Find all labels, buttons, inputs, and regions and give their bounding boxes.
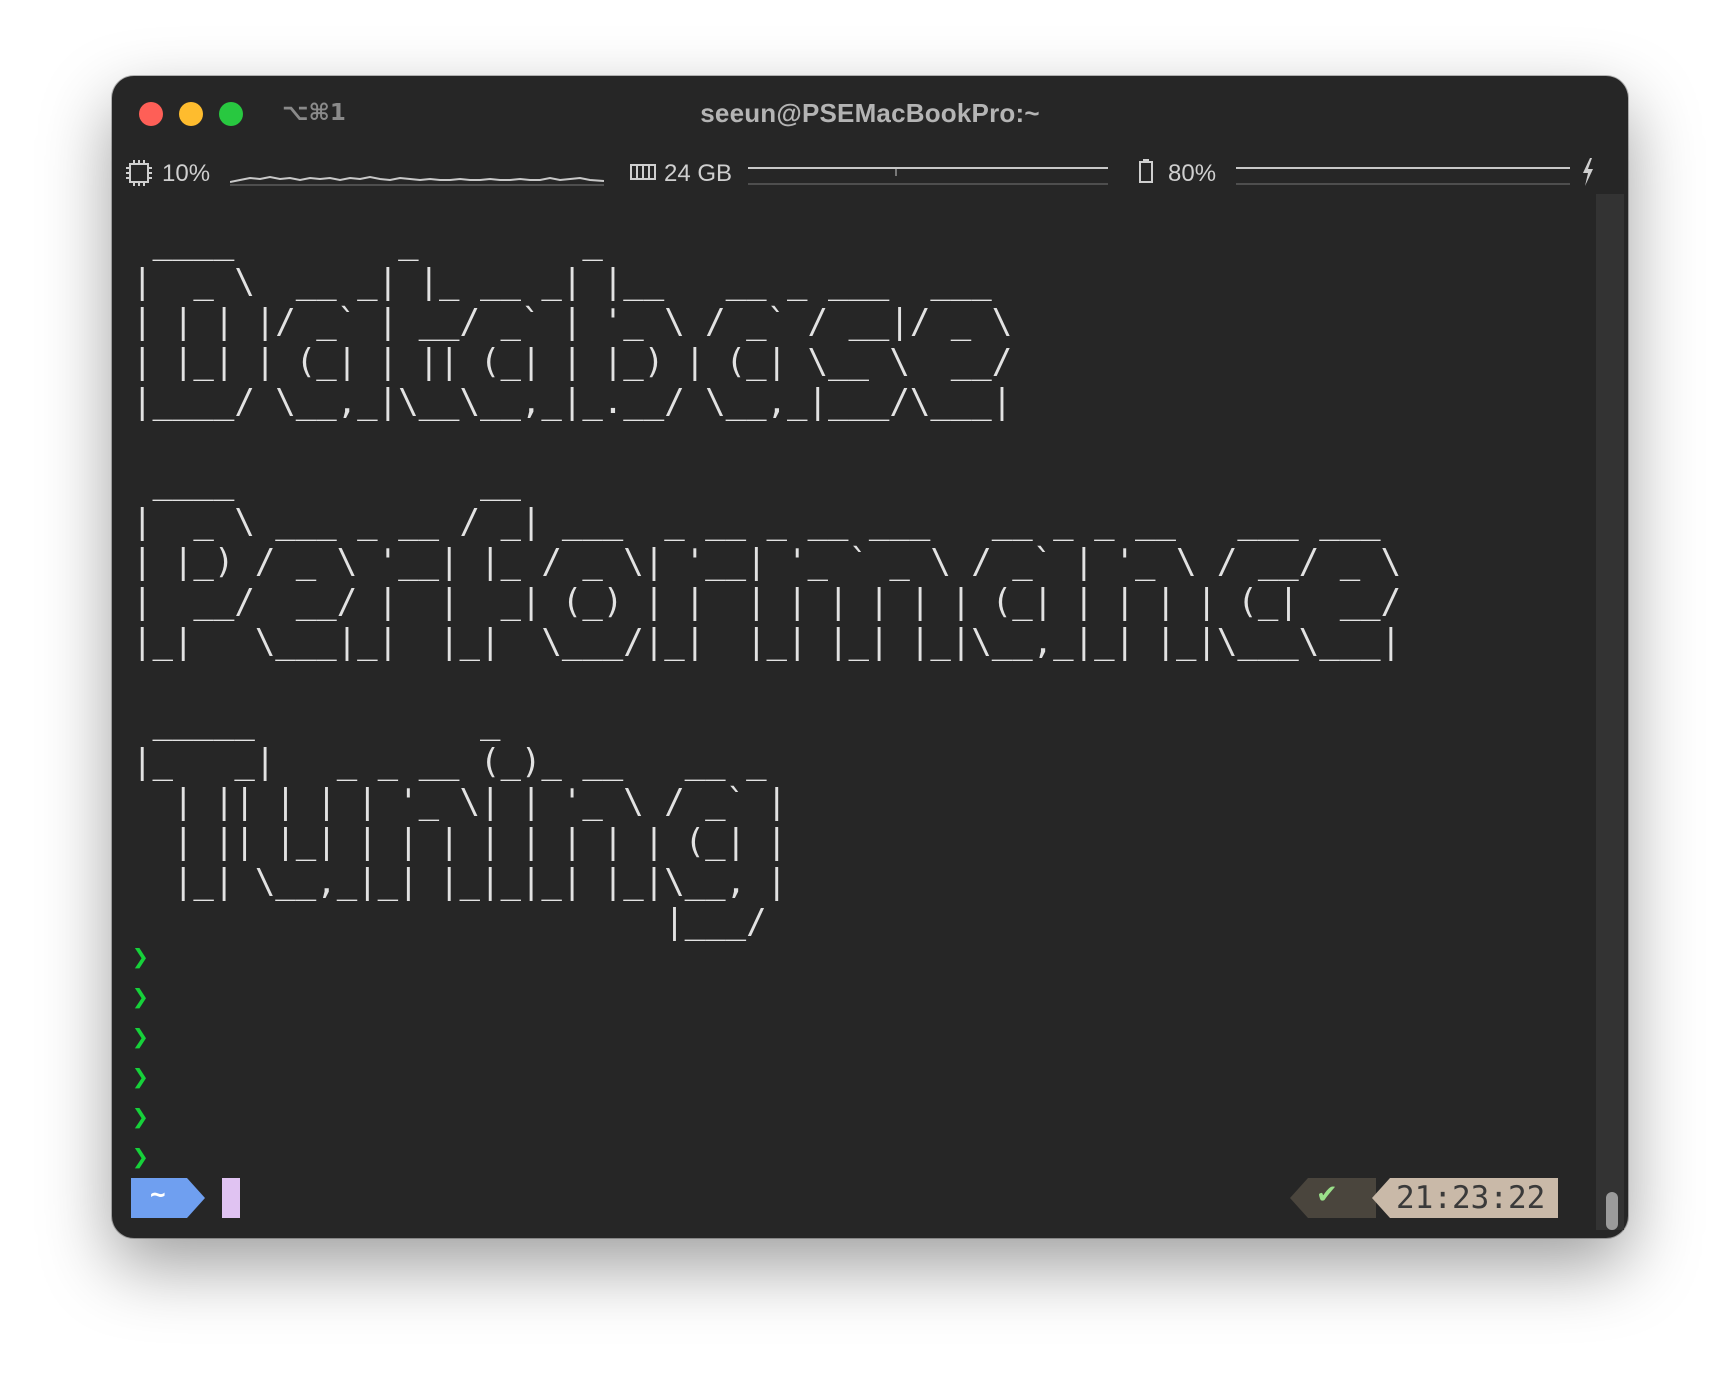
- current-directory: ~: [150, 1180, 166, 1210]
- prompt-arrow: ❯: [132, 1100, 149, 1133]
- scrollbar-thumb[interactable]: [1606, 1192, 1618, 1230]
- success-check-icon: ✔: [1316, 1180, 1338, 1210]
- prompt-arrow: ❯: [132, 1020, 149, 1053]
- clock-time: 21:23:22: [1396, 1180, 1546, 1216]
- directory-segment: [131, 1178, 205, 1218]
- prompt-arrow: ❯: [132, 1060, 149, 1093]
- prompt-arrow: ❯: [132, 940, 149, 973]
- text-cursor[interactable]: [222, 1178, 240, 1218]
- prompt-arrow: ❯: [132, 1140, 149, 1173]
- prompt-arrow: ❯: [132, 980, 149, 1013]
- banner-database: ____ _ _ | _ \ __ _| |_ __ _| |__ __ _ _…: [132, 222, 1013, 422]
- banner-tuning: _____ _ |_ _| _ _ __ (_)_ __ __ _ | || |…: [132, 702, 788, 942]
- banner-performance: ____ __ | _ \ ___ _ __ / _| ___ _ __ _ _…: [132, 462, 1402, 662]
- scrollbar-track[interactable]: [1596, 194, 1624, 1230]
